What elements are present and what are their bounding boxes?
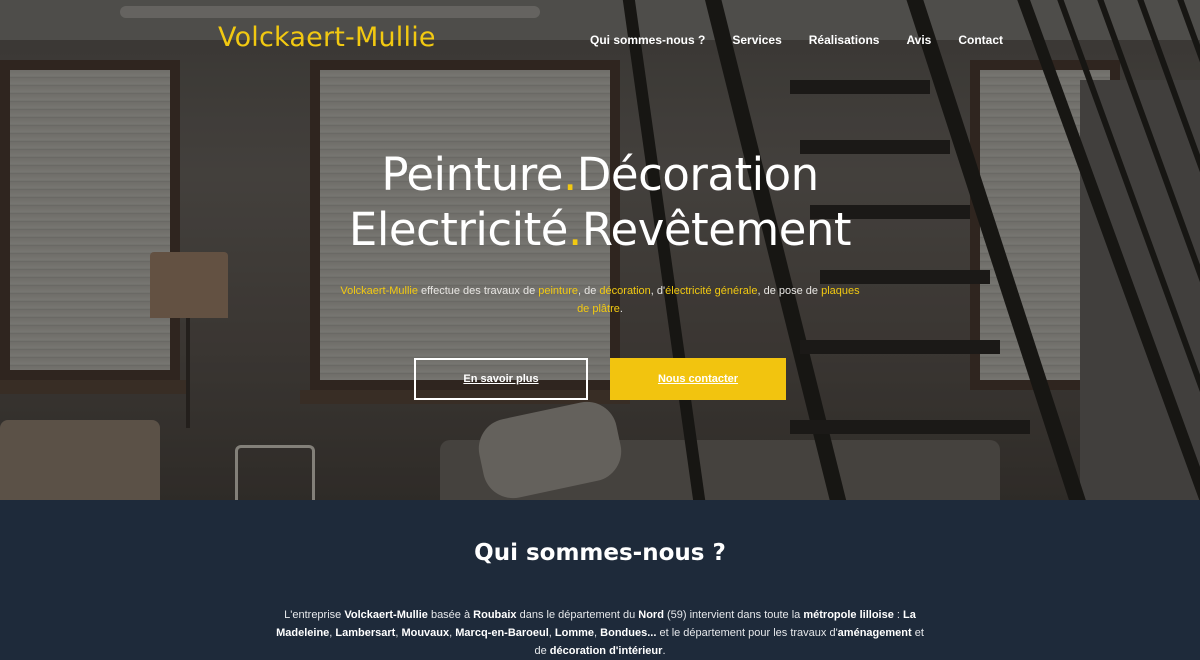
intro-text: , de pose de — [757, 285, 822, 297]
about-paragraph: L'entreprise Volckaert-Mullie basée à Ro… — [270, 606, 930, 660]
about-bold: Marcq-en-Baroeul — [455, 627, 549, 639]
nav-item-realisations[interactable]: Réalisations — [809, 33, 880, 47]
intro-highlight: décoration — [599, 285, 651, 297]
headline-word: Revêtement — [581, 203, 852, 256]
about-text: . — [662, 645, 666, 657]
nav-item-about[interactable]: Qui sommes-nous ? — [590, 33, 705, 47]
about-bold: métropole lilloise — [803, 609, 894, 621]
contact-us-button[interactable]: Nous contacter — [610, 358, 786, 400]
intro-text: . — [619, 303, 623, 315]
about-text: (59) intervient dans toute la — [663, 609, 804, 621]
hero-section: Volckaert-Mullie Qui sommes-nous ? Servi… — [0, 0, 1200, 500]
about-text: et le département pour les travaux d' — [656, 627, 838, 639]
intro-highlight: peinture — [538, 285, 579, 297]
about-bold: Roubaix — [473, 609, 517, 621]
about-bold: Mouvaux — [401, 627, 450, 639]
about-bold: décoration d'intérieur — [549, 645, 663, 657]
hero-headline-line2: Electricité.Revêtement — [0, 203, 1200, 256]
intro-highlight: électricité générale — [665, 285, 758, 297]
about-bold: Lomme — [554, 627, 595, 639]
nav-item-reviews[interactable]: Avis — [906, 33, 931, 47]
about-bold: Lambersart — [335, 627, 396, 639]
about-text: dans le département du — [516, 609, 639, 621]
hero-intro-text: Volckaert-Mullie effectue des travaux de… — [340, 282, 860, 318]
hero-headline-line1: Peinture.Décoration — [0, 148, 1200, 201]
about-bold: Volckaert-Mullie — [344, 609, 428, 621]
intro-text: , d' — [650, 285, 666, 297]
headline-word: Electricité — [348, 203, 569, 256]
main-nav: Qui sommes-nous ? Services Réalisations … — [590, 33, 1003, 47]
site-logo[interactable]: Volckaert-Mullie — [218, 22, 436, 53]
headline-dot: . — [568, 203, 582, 256]
nav-item-contact[interactable]: Contact — [958, 33, 1003, 47]
about-text: : — [893, 609, 903, 621]
about-text: L'entreprise — [284, 609, 345, 621]
nav-item-services[interactable]: Services — [732, 33, 781, 47]
learn-more-button[interactable]: En savoir plus — [414, 358, 588, 400]
headline-dot: . — [562, 148, 577, 201]
intro-text: , de — [578, 285, 600, 297]
about-title: Qui sommes-nous ? — [474, 540, 726, 566]
intro-text: effectue des travaux de — [417, 285, 539, 297]
intro-brand: Volckaert-Mullie — [340, 285, 418, 297]
about-bold: aménagement — [837, 627, 912, 639]
about-bold: Bondues... — [600, 627, 657, 639]
headline-word: Peinture — [381, 148, 563, 201]
headline-word: Décoration — [576, 148, 819, 201]
about-bold: Nord — [638, 609, 664, 621]
about-text: basée à — [427, 609, 474, 621]
